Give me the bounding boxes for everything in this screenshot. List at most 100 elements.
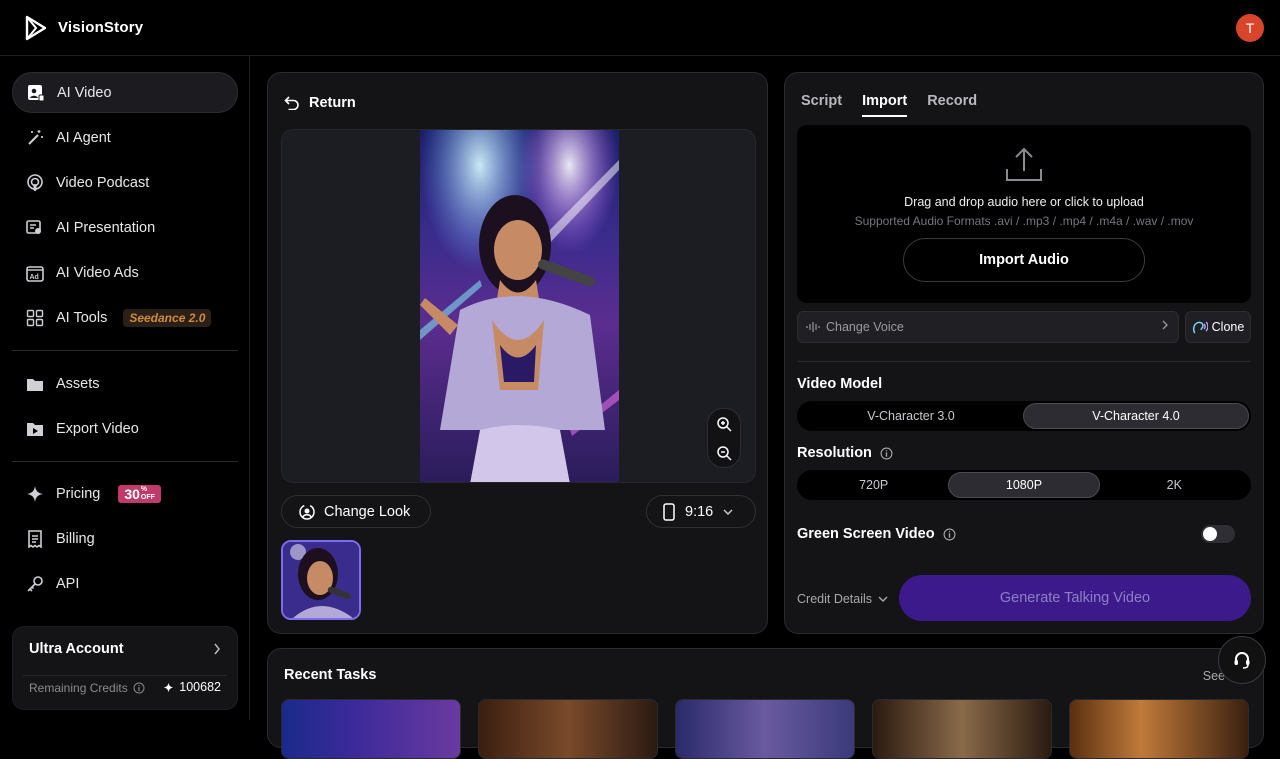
chevron-right-icon xyxy=(213,643,221,658)
avatar-preview xyxy=(281,129,756,483)
remaining-credits: Remaining Credits xyxy=(29,681,145,695)
sidebar-item-label: AI Video Ads xyxy=(56,264,139,281)
sidebar-divider xyxy=(12,350,238,351)
sidebar-item-ai-agent[interactable]: AI Agent xyxy=(12,117,238,158)
headset-icon xyxy=(1234,652,1250,669)
task-thumbnail[interactable] xyxy=(281,699,461,759)
generate-video-button[interactable]: Generate Talking Video xyxy=(899,575,1251,621)
sidebar-item-assets[interactable]: Assets xyxy=(12,363,238,404)
voice-clone-icon xyxy=(1192,321,1208,334)
change-look-label: Change Look xyxy=(324,503,411,520)
sidebar-item-billing[interactable]: Billing xyxy=(12,518,238,559)
import-audio-button[interactable]: Import Audio xyxy=(903,238,1145,282)
zoom-in-icon[interactable] xyxy=(716,416,732,432)
tab-import[interactable]: Import xyxy=(862,93,908,117)
tab-record[interactable]: Record xyxy=(927,93,977,117)
sidebar-item-ai-video-ads[interactable]: Ad AI Video Ads xyxy=(12,252,238,293)
task-thumbnail[interactable] xyxy=(478,699,658,759)
aspect-ratio-select[interactable]: 9:16 xyxy=(646,495,756,528)
logo[interactable]: VisionStory xyxy=(24,15,143,41)
green-screen-toggle[interactable] xyxy=(1201,525,1235,543)
podcast-icon xyxy=(27,173,43,191)
discount-off: OFF xyxy=(140,493,155,501)
seedance-badge: Seedance 2.0 xyxy=(123,308,212,327)
sidebar-item-label: Pricing xyxy=(56,485,101,502)
ads-icon: Ad xyxy=(26,265,44,282)
supported-formats: Supported Audio Formats .avi / .mp3 / .m… xyxy=(854,214,1194,228)
receipt-icon xyxy=(28,529,42,548)
resolution-label-text: Resolution xyxy=(797,445,872,461)
sidebar: AI Video AI Agent Video Podcast AI Prese… xyxy=(0,56,250,720)
zoom-out-icon[interactable] xyxy=(716,445,732,461)
sidebar-item-video-podcast[interactable]: Video Podcast xyxy=(12,162,238,203)
info-icon[interactable] xyxy=(880,447,893,460)
sidebar-item-pricing[interactable]: Pricing 30 % OFF xyxy=(12,473,238,514)
chevron-down-icon xyxy=(878,596,888,602)
zoom-controls xyxy=(707,408,741,468)
sidebar-item-label: AI Video xyxy=(57,84,112,101)
change-voice-select[interactable]: Change Voice xyxy=(797,311,1179,343)
sidebar-divider xyxy=(12,461,238,462)
waveform-icon xyxy=(806,322,820,332)
audio-tabs: Script Import Record xyxy=(801,93,977,117)
sidebar-item-label: Billing xyxy=(56,530,95,547)
account-divider xyxy=(23,675,227,676)
resolution-option-2k[interactable]: 2K xyxy=(1100,472,1249,498)
task-thumbnail[interactable] xyxy=(872,699,1052,759)
folder-icon xyxy=(27,378,43,391)
model-option-v3[interactable]: V-Character 3.0 xyxy=(799,403,1023,429)
avatar-editor-panel: Return Change Look 9:16 xyxy=(267,72,768,634)
clone-label: Clone xyxy=(1211,320,1245,334)
green-screen-label-text: Green Screen Video xyxy=(797,526,935,542)
user-avatar[interactable]: T xyxy=(1236,14,1264,42)
resolution-option-1080p[interactable]: 1080P xyxy=(948,472,1100,498)
magic-wand-icon xyxy=(28,129,43,145)
info-icon[interactable] xyxy=(943,528,956,541)
task-thumbnail[interactable] xyxy=(675,699,855,759)
dropzone-text: Drag and drop audio here or click to upl… xyxy=(904,195,1144,209)
sidebar-item-export-video[interactable]: Export Video xyxy=(12,408,238,449)
sidebar-item-label: AI Tools xyxy=(56,309,108,326)
top-bar: VisionStory T xyxy=(0,0,1280,56)
audio-dropzone[interactable]: Drag and drop audio here or click to upl… xyxy=(797,125,1251,303)
video-model-label: Video Model xyxy=(797,376,883,392)
resolution-label: Resolution xyxy=(797,445,893,461)
discount-percent: % xyxy=(140,485,148,493)
return-label: Return xyxy=(309,95,356,111)
sidebar-item-api[interactable]: API xyxy=(12,563,238,604)
chevron-down-icon xyxy=(723,509,733,515)
task-thumbnail[interactable] xyxy=(1069,699,1249,759)
sidebar-item-ai-presentation[interactable]: AI Presentation xyxy=(12,207,238,248)
logo-icon xyxy=(25,15,47,40)
credit-details-dropdown[interactable]: Credit Details xyxy=(797,592,888,606)
clone-voice-button[interactable]: Clone xyxy=(1185,311,1251,343)
info-icon[interactable] xyxy=(133,682,145,694)
account-card[interactable]: Ultra Account Remaining Credits 100682 xyxy=(12,626,238,710)
sidebar-item-ai-tools[interactable]: AI Tools Seedance 2.0 xyxy=(12,297,238,338)
resolution-option-720p[interactable]: 720P xyxy=(799,472,948,498)
upload-icon xyxy=(1006,147,1042,181)
discount-badge: 30 % OFF xyxy=(118,484,161,503)
presentation-icon xyxy=(26,219,41,234)
green-screen-label: Green Screen Video xyxy=(797,526,956,542)
model-option-v4[interactable]: V-Character 4.0 xyxy=(1023,403,1249,429)
credit-balance: 100682 xyxy=(163,680,221,694)
change-voice-label: Change Voice xyxy=(826,320,904,334)
avatar-thumbnail[interactable] xyxy=(281,540,361,620)
return-button[interactable]: Return xyxy=(284,95,356,111)
sidebar-item-label: AI Agent xyxy=(56,129,111,146)
tab-script[interactable]: Script xyxy=(801,93,842,117)
undo-arrow-icon xyxy=(284,96,299,110)
recent-tasks-panel: Recent Tasks See xyxy=(267,648,1264,759)
video-model-selector: V-Character 3.0 V-Character 4.0 xyxy=(797,401,1251,431)
remaining-credits-label: Remaining Credits xyxy=(29,681,128,695)
support-button[interactable] xyxy=(1218,636,1266,684)
change-look-button[interactable]: Change Look xyxy=(281,495,431,528)
settings-divider xyxy=(797,361,1251,362)
sparkle-icon xyxy=(163,682,174,692)
chevron-right-icon xyxy=(1162,320,1168,333)
account-title: Ultra Account xyxy=(29,641,124,657)
svg-text:Ad: Ad xyxy=(30,274,39,281)
export-video-icon xyxy=(27,422,43,436)
sidebar-item-ai-video[interactable]: AI Video xyxy=(12,72,238,113)
